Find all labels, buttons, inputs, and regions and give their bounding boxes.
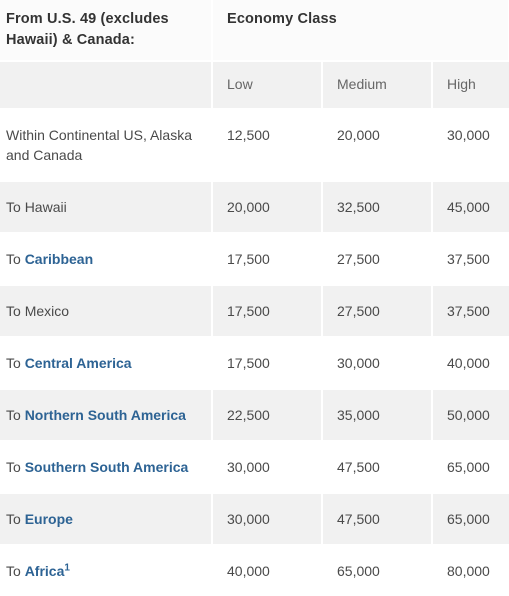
cell-miles-high: 65,000 xyxy=(432,439,509,493)
cell-region: To Mexico xyxy=(0,283,213,337)
region-link[interactable]: Southern South America xyxy=(25,459,189,475)
table-row: To Europe 30,000 47,500 65,000 xyxy=(0,491,509,545)
table-row: Within Continental US, Alaska and Canada… xyxy=(0,107,509,181)
region-prefix: To xyxy=(6,458,25,475)
cell-miles-low: 17,500 xyxy=(212,283,323,337)
column-header-high: High xyxy=(432,60,509,109)
table-row: To Southern South America 30,000 47,500 65,… xyxy=(0,439,509,493)
cell-miles-low: 20,000 xyxy=(212,179,323,233)
cell-miles-low: 30,000 xyxy=(212,491,323,545)
cell-miles-low: 12,500 xyxy=(212,107,323,181)
header-region-title: From U.S. 49 (excludes Hawaii) & Canada: xyxy=(0,0,213,62)
column-header-region xyxy=(0,60,213,109)
table-row: To Caribbean 17,500 27,500 37,500 xyxy=(0,231,509,285)
cell-region: To Central America xyxy=(0,335,213,389)
cell-miles-high: 65,000 xyxy=(432,491,509,545)
table-body: Within Continental US, Alaska and Canada… xyxy=(0,107,509,596)
cell-miles-medium: 32,500 xyxy=(322,179,433,233)
footnote-marker: 1 xyxy=(64,562,70,574)
table-row: To Northern South America 22,500 35,000 50,… xyxy=(0,387,509,441)
cell-miles-high: 37,500 xyxy=(432,231,509,285)
cell-miles-medium: 65,000 xyxy=(322,543,433,596)
cell-miles-high: 80,000 xyxy=(432,543,509,596)
region-link[interactable]: Europe xyxy=(25,511,73,527)
column-header-medium: Medium xyxy=(322,60,433,109)
region-prefix: To xyxy=(6,354,25,371)
region-link[interactable]: Africa1 xyxy=(25,563,70,579)
header-cabin-title: Economy Class xyxy=(212,0,509,62)
table-row: To Africa1 40,000 65,000 80,000 xyxy=(0,543,509,596)
cell-miles-medium: 27,500 xyxy=(322,231,433,285)
cell-miles-medium: 35,000 xyxy=(322,387,433,441)
region-name: Within Continental US, Alaska and Canada xyxy=(6,126,192,163)
region-name: Mexico xyxy=(24,302,70,319)
region-prefix: To xyxy=(6,406,25,423)
region-prefix: To xyxy=(6,510,25,527)
column-header-low: Low xyxy=(212,60,323,109)
cell-miles-high: 50,000 xyxy=(432,387,509,441)
cell-miles-medium: 30,000 xyxy=(322,335,433,389)
award-chart-table: From U.S. 49 (excludes Hawaii) & Canada:… xyxy=(0,0,509,596)
region-prefix: To xyxy=(6,302,25,319)
region-link[interactable]: Northern South America xyxy=(25,407,186,423)
cell-miles-low: 17,500 xyxy=(212,231,323,285)
region-link[interactable]: Caribbean xyxy=(25,251,93,267)
cell-miles-medium: 47,500 xyxy=(322,491,433,545)
cell-region: To Africa1 xyxy=(0,543,213,596)
cell-region: To Southern South America xyxy=(0,439,213,493)
table-row: To Hawaii 20,000 32,500 45,000 xyxy=(0,179,509,233)
cell-miles-low: 30,000 xyxy=(212,439,323,493)
cell-region: To Europe xyxy=(0,491,213,545)
cell-region: To Caribbean xyxy=(0,231,213,285)
cell-miles-high: 30,000 xyxy=(432,107,509,181)
header-title-row: From U.S. 49 (excludes Hawaii) & Canada:… xyxy=(0,0,509,62)
cell-miles-low: 22,500 xyxy=(212,387,323,441)
region-link[interactable]: Central America xyxy=(25,355,132,371)
cell-region: To Hawaii xyxy=(0,179,213,233)
cell-miles-high: 37,500 xyxy=(432,283,509,337)
cell-miles-high: 45,000 xyxy=(432,179,509,233)
cell-miles-low: 40,000 xyxy=(212,543,323,596)
header-season-row: Low Medium High xyxy=(0,60,509,109)
region-name: Hawaii xyxy=(24,198,67,215)
region-prefix: To xyxy=(6,198,25,215)
cell-miles-medium: 47,500 xyxy=(322,439,433,493)
table-header: From U.S. 49 (excludes Hawaii) & Canada:… xyxy=(0,0,509,109)
region-prefix: To xyxy=(6,562,25,579)
cell-miles-medium: 20,000 xyxy=(322,107,433,181)
cell-region: Within Continental US, Alaska and Canada xyxy=(0,107,213,181)
cell-miles-medium: 27,500 xyxy=(322,283,433,337)
region-prefix: To xyxy=(6,250,25,267)
table-row: To Mexico 17,500 27,500 37,500 xyxy=(0,283,509,337)
cell-miles-low: 17,500 xyxy=(212,335,323,389)
cell-miles-high: 40,000 xyxy=(432,335,509,389)
table-row: To Central America 17,500 30,000 40,000 xyxy=(0,335,509,389)
cell-region: To Northern South America xyxy=(0,387,213,441)
